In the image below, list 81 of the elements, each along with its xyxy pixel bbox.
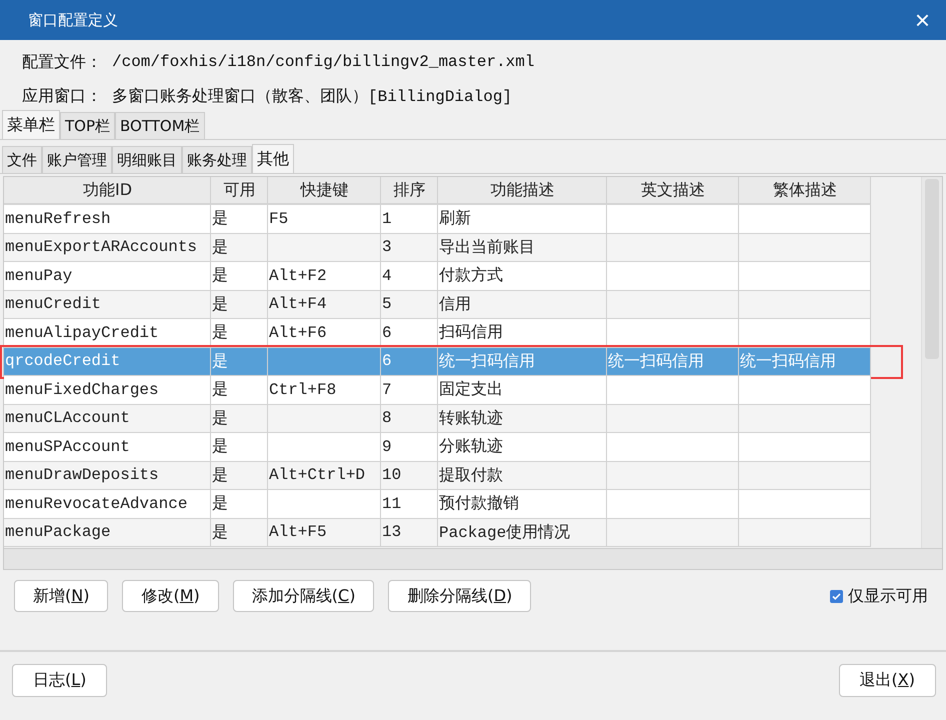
table-cell: 是 [211, 433, 268, 462]
table-cell: qrcodeCredit [4, 348, 211, 376]
table-cell: 是 [211, 319, 268, 348]
table-cell: Ctrl+F8 [268, 376, 381, 404]
table-cell: Alt+F2 [268, 262, 381, 290]
table-cell: 转账轨迹 [438, 404, 607, 433]
horizontal-scrollbar[interactable] [4, 548, 942, 569]
window-title: 窗口配置定义 [28, 10, 118, 30]
table-cell: 信用 [438, 290, 607, 319]
table-cell: 是 [211, 348, 268, 376]
table-cell: 是 [211, 234, 268, 262]
table-cell: 4 [381, 262, 438, 290]
table-cell: menuAlipayCredit [4, 319, 211, 348]
table-cell: 1 [381, 205, 438, 234]
table-cell: F5 [268, 205, 381, 234]
tab[interactable]: 账户管理 [42, 146, 112, 173]
table-cell: 付款方式 [438, 262, 607, 290]
table-cell: 9 [381, 433, 438, 462]
exit-button[interactable]: 退出(X) [838, 664, 936, 697]
tab[interactable]: 菜单栏 [2, 110, 60, 139]
table-cell: menuDrawDeposits [4, 462, 211, 490]
checkbox-label[interactable]: 仅显示可用 [848, 586, 928, 607]
table-cell: 6 [381, 319, 438, 348]
table-cell: 统一扫码信用 [438, 348, 607, 376]
table-cell: Alt+F6 [268, 319, 381, 348]
tab[interactable]: BOTTOM栏 [115, 112, 205, 139]
table-cell: 是 [211, 404, 268, 433]
table-cell: menuRefresh [4, 205, 211, 234]
field-value: /com/foxhis/i18n/config/billingv2_master.xml [112, 53, 534, 71]
table-cell: 6 [381, 348, 438, 376]
action-button[interactable]: 修改(M) [122, 580, 219, 612]
table-cell: 8 [381, 404, 438, 433]
tab[interactable]: 文件 [2, 146, 42, 173]
close-button[interactable]: × [914, 7, 930, 33]
table-cell: 是 [211, 462, 268, 490]
table-cell: Package使用情况 [438, 518, 607, 547]
table-cell: 11 [381, 490, 438, 518]
table-cell: 7 [381, 376, 438, 404]
table-cell: 提取付款 [438, 462, 607, 490]
table-cell: 导出当前账目 [438, 234, 607, 262]
table-cell: menuRevocateAdvance [4, 490, 211, 518]
table-cell: 3 [381, 234, 438, 262]
action-button[interactable]: 删除分隔线(D) [388, 580, 532, 612]
field-label: 应用窗口： [22, 86, 102, 106]
table-cell: Alt+F5 [268, 518, 381, 547]
table-cell: 预付款撤销 [438, 490, 607, 518]
table-cell: 是 [211, 290, 268, 319]
table-cell: 统一扫码信用 [607, 348, 739, 376]
table-cell: menuPay [4, 262, 211, 290]
table-cell: 是 [211, 205, 268, 234]
field-label: 配置文件： [22, 52, 102, 72]
table-cell: 是 [211, 490, 268, 518]
table-cell: menuSPAccount [4, 433, 211, 462]
tab[interactable]: TOP栏 [60, 112, 116, 139]
checkbox[interactable] [830, 590, 843, 603]
table-cell: 扫码信用 [438, 319, 607, 348]
table-cell: 13 [381, 518, 438, 547]
table-cell: menuPackage [4, 518, 211, 547]
tab[interactable]: 明细账目 [112, 146, 182, 173]
table-cell: menuCLAccount [4, 404, 211, 433]
table-cell: 10 [381, 462, 438, 490]
log-button[interactable]: 日志(L) [12, 664, 108, 697]
table-cell: Alt+F4 [268, 290, 381, 319]
action-button[interactable]: 添加分隔线(C) [232, 580, 374, 612]
table-cell: 刷新 [438, 205, 607, 234]
table-cell: 固定支出 [438, 376, 607, 404]
table-cell: 是 [211, 376, 268, 404]
table-cell: menuCredit [4, 290, 211, 319]
table-cell: 5 [381, 290, 438, 319]
table-cell: 是 [211, 262, 268, 290]
action-button[interactable]: 新增(N) [14, 580, 108, 612]
table-cell: Alt+Ctrl+D [268, 462, 381, 490]
vertical-scrollbar[interactable] [921, 177, 942, 548]
tab[interactable]: 其他 [252, 144, 294, 173]
tab[interactable]: 账务处理 [182, 146, 252, 173]
field-value: 多窗口账务处理窗口（散客、团队）[BillingDialog] [112, 86, 512, 106]
table-cell: 是 [211, 518, 268, 547]
table-cell: menuFixedCharges [4, 376, 211, 404]
table-cell: 统一扫码信用 [739, 348, 871, 376]
table-cell: 分账轨迹 [438, 433, 607, 462]
table-cell: menuExportARAccounts [4, 234, 211, 262]
